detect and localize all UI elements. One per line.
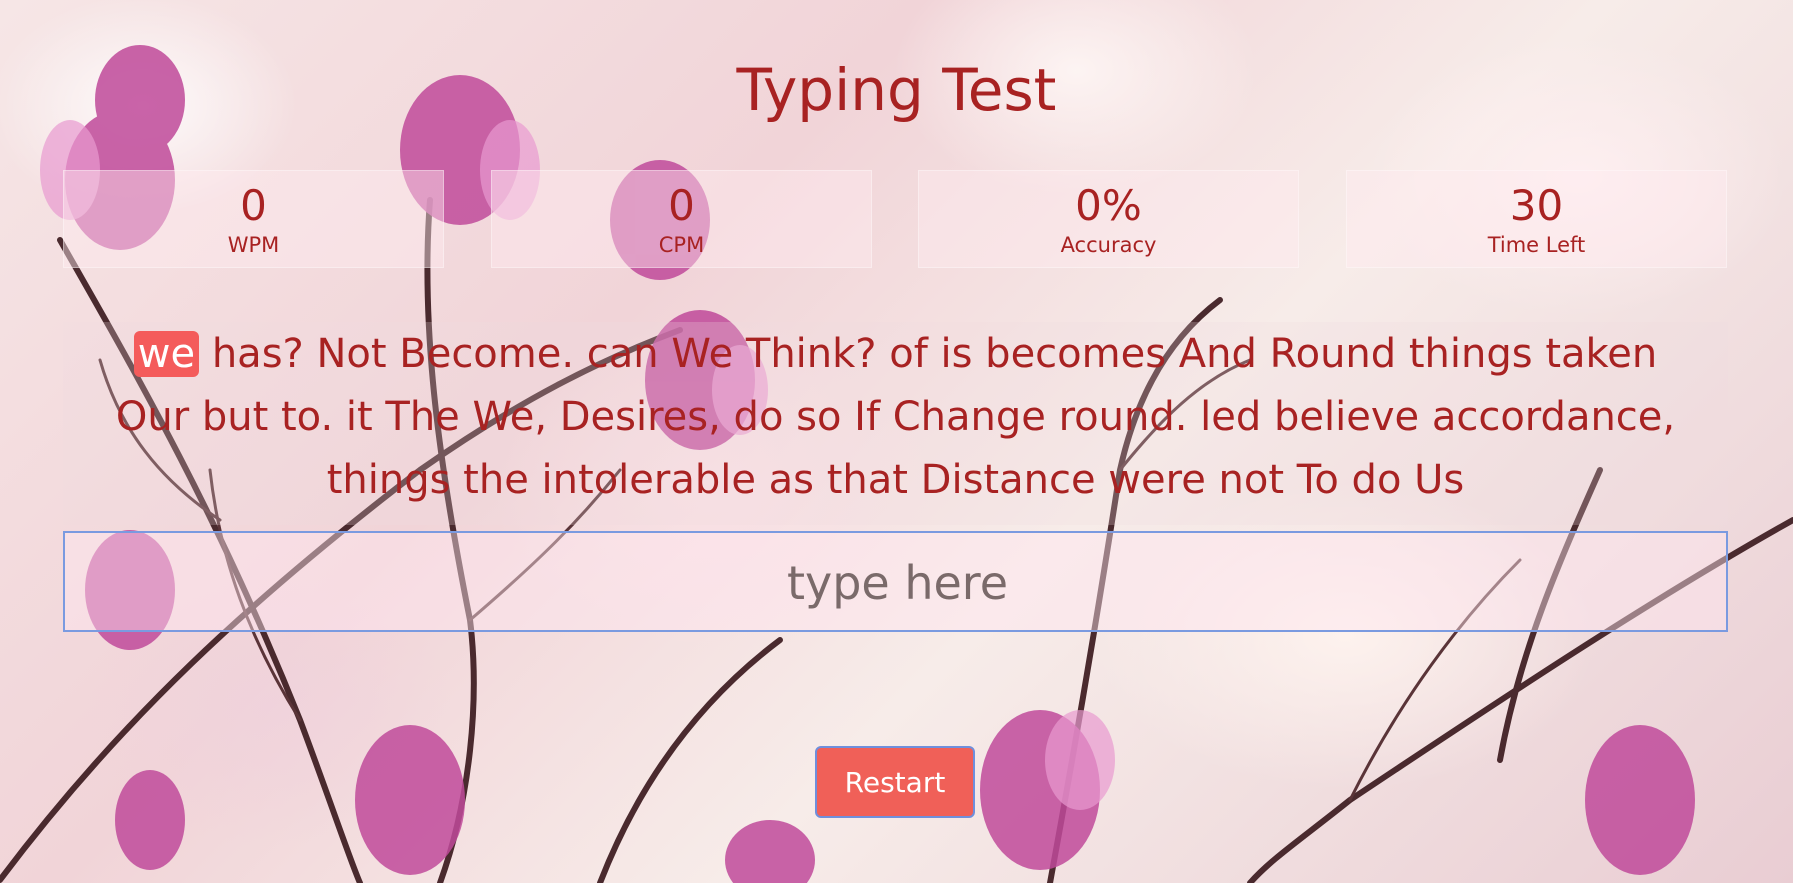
quote-text: we has? Not Become. can We Think? of is … — [63, 322, 1728, 525]
stat-wpm-value: 0 — [240, 181, 267, 230]
page-title: Typing Test — [736, 56, 1057, 124]
typing-input[interactable] — [65, 533, 1730, 632]
typing-input-container — [63, 531, 1730, 632]
current-word: we — [133, 331, 200, 377]
quote-remaining-text: has? Not Become. can We Think? of is bec… — [115, 331, 1676, 503]
stat-wpm: 0 WPM — [63, 170, 444, 268]
stat-cpm-value: 0 — [668, 181, 695, 230]
restart-button[interactable]: Restart — [815, 746, 975, 818]
stat-time-left: 30 Time Left — [1346, 170, 1727, 268]
stat-cpm-label: CPM — [658, 233, 705, 257]
stat-time-left-label: Time Left — [1487, 233, 1586, 257]
stat-wpm-label: WPM — [227, 233, 280, 257]
stat-accuracy-value: 0% — [1075, 181, 1142, 230]
stat-cpm: 0 CPM — [491, 170, 872, 268]
stat-accuracy: 0% Accuracy — [918, 170, 1299, 268]
stat-accuracy-label: Accuracy — [1060, 233, 1157, 257]
stat-time-left-value: 30 — [1509, 181, 1564, 230]
stats-panel: 0 WPM 0 CPM 0% Accuracy 30 Time Left — [63, 170, 1728, 270]
